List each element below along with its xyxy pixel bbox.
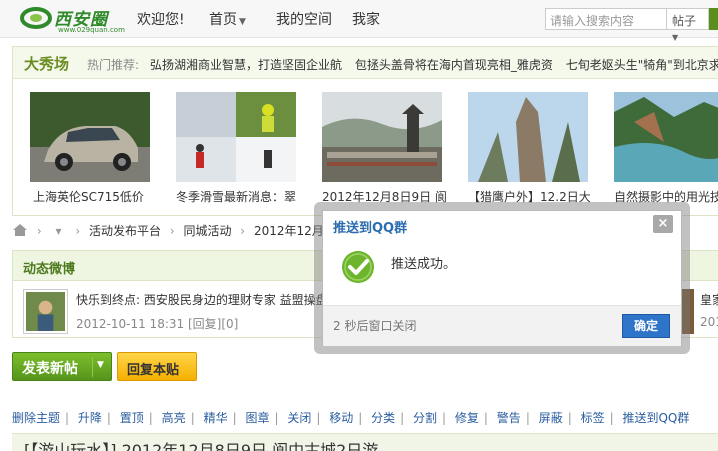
showcase-caption[interactable]: 上海英伦SC715低价 <box>33 188 163 205</box>
post-new-label: 发表新帖 <box>22 361 78 377</box>
weibo-post-text[interactable]: 快乐到终点: 西安股民身边的理财专家 益盟操盘 <box>76 291 328 308</box>
separator: | <box>442 411 447 425</box>
search-type-select[interactable]: 帖子 ▼ <box>667 8 709 42</box>
logo-mark-icon <box>20 7 52 29</box>
search-button[interactable] <box>709 8 718 30</box>
home-icon[interactable] <box>12 223 28 237</box>
admin-link[interactable]: 修复 <box>455 411 479 425</box>
separator: | <box>190 411 195 425</box>
showcase-image-landscape[interactable] <box>614 92 718 182</box>
dialog-footer: 2 秒后窗口关闭 确定 <box>323 305 681 346</box>
admin-link[interactable]: 删除主题 <box>12 411 60 425</box>
separator: | <box>65 411 70 425</box>
avatar[interactable] <box>23 289 68 334</box>
separator: | <box>106 411 111 425</box>
chevron-down-icon: ▼ <box>239 17 246 27</box>
search-type-label: 帖子 <box>672 14 697 28</box>
hot-items: 弘扬湖湘商业智慧，打造坚固企业航 包拯头盖骨将在海内首现亮相_雅虎资 七旬老妪头… <box>150 56 718 73</box>
admin-link[interactable]: 关闭 <box>287 411 311 425</box>
close-icon[interactable]: × <box>653 215 673 233</box>
separator: | <box>483 411 488 425</box>
showcase-panel: 大秀场 热门推荐: 弘扬湖湘商业智慧，打造坚固企业航 包拯头盖骨将在海内首现亮相… <box>12 46 718 216</box>
moderation-toolbar: 删除主题 | 升降 | 置顶 | 高亮 | 精华 | 图章 | 关闭 | 移动 | 分类 | 分割… <box>12 409 689 426</box>
admin-link[interactable]: 置顶 <box>120 411 144 425</box>
separator: | <box>232 411 237 425</box>
hot-label: 热门推荐: <box>87 58 140 72</box>
top-bar: 西安圈 www.029quan.com 欢迎您! 首页 ▼ 我的空间 我家 请输入… <box>0 0 718 42</box>
nav-home-label: 首页 <box>209 12 237 28</box>
chevron-right-icon: › <box>75 224 81 238</box>
site-logo[interactable]: 西安圈 www.029quan.com <box>20 4 130 34</box>
dialog-message: 推送成功。 <box>391 257 457 272</box>
separator: | <box>567 411 572 425</box>
hot-item[interactable]: 七旬老妪头生"犄角"到北京求医 <box>566 58 718 72</box>
thread-title: [【游山玩水】] 2012年12月8日9日 阆中古城2日游 <box>24 441 379 451</box>
admin-link[interactable]: 分割 <box>413 411 437 425</box>
separator: | <box>609 411 614 425</box>
showcase-image-ski[interactable] <box>176 92 296 182</box>
logo-url: www.029quan.com <box>58 26 125 34</box>
breadcrumb: › ▾ › 活动发布平台 › 同城活动 › 2012年12月8日 <box>12 222 343 242</box>
nav-my-space[interactable]: 我的空间 <box>276 9 332 29</box>
confirm-button[interactable]: 确定 <box>622 314 670 338</box>
dialog-countdown: 2 秒后窗口关闭 <box>333 319 417 333</box>
showcase-caption[interactable]: 冬季滑雪最新消息：翠 <box>176 188 306 205</box>
welcome-text: 欢迎您! <box>137 12 185 28</box>
dialog-title: 推送到QQ群 <box>333 221 408 236</box>
divider <box>92 357 93 377</box>
admin-link[interactable]: 高亮 <box>162 411 186 425</box>
push-dialog: 推送到QQ群 × 推送成功。 2 秒后窗口关闭 确定 <box>322 210 682 346</box>
weibo-post-text[interactable]: 皇家 <box>700 291 718 308</box>
post-new-button[interactable]: 发表新帖 ▼ <box>12 352 112 381</box>
separator: | <box>525 411 530 425</box>
admin-link[interactable]: 升降 <box>78 411 102 425</box>
nav-my-home[interactable]: 我家 <box>352 9 380 29</box>
search-input[interactable]: 请输入搜索内容 <box>545 8 667 30</box>
separator: | <box>274 411 279 425</box>
chevron-down-icon[interactable]: ▼ <box>97 360 104 370</box>
nav-home[interactable]: 首页 ▼ <box>209 9 246 29</box>
showcase-title: 大秀场 <box>24 55 70 73</box>
separator: | <box>358 411 363 425</box>
breadcrumb-item[interactable]: 活动发布平台 <box>89 224 161 238</box>
chevron-down-icon: ▼ <box>672 33 679 42</box>
weibo-post-meta: 2012-10-11 18:31 [回复][0] <box>76 317 239 331</box>
showcase-image-rock[interactable] <box>468 92 588 182</box>
admin-link[interactable]: 警告 <box>497 411 521 425</box>
admin-link[interactable]: 屏蔽 <box>539 411 563 425</box>
hot-item[interactable]: 包拯头盖骨将在海内首现亮相_雅虎资 <box>355 58 553 72</box>
admin-link[interactable]: 精华 <box>204 411 228 425</box>
hot-item[interactable]: 弘扬湖湘商业智慧，打造坚固企业航 <box>150 58 342 72</box>
chevron-right-icon: › <box>36 224 42 238</box>
separator: | <box>316 411 321 425</box>
weibo-title: 动态微博 <box>23 262 76 277</box>
admin-link[interactable]: 图章 <box>245 411 269 425</box>
admin-link[interactable]: 移动 <box>329 411 353 425</box>
chevron-right-icon: › <box>240 224 246 238</box>
separator: | <box>400 411 405 425</box>
thread-title-bar: [【游山玩水】] 2012年12月8日9日 阆中古城2日游 <box>12 433 718 451</box>
admin-link[interactable]: 标签 <box>581 411 605 425</box>
showcase-image-car[interactable] <box>30 92 150 182</box>
admin-link-push-qq[interactable]: 推送到QQ群 <box>622 411 689 425</box>
admin-link[interactable]: 分类 <box>371 411 395 425</box>
success-check-icon <box>342 251 374 283</box>
weibo-post-meta: 201 <box>700 315 718 329</box>
showcase-header: 大秀场 热门推荐: 弘扬湖湘商业智慧，打造坚固企业航 包拯头盖骨将在海内首现亮相… <box>13 47 718 79</box>
reply-button[interactable]: 回复本贴 <box>117 352 197 381</box>
separator: | <box>148 411 153 425</box>
showcase-image-town[interactable] <box>322 92 442 182</box>
breadcrumb-item[interactable]: 同城活动 <box>183 224 231 238</box>
chevron-down-icon[interactable]: ▾ <box>55 224 61 238</box>
chevron-right-icon: › <box>169 224 175 238</box>
